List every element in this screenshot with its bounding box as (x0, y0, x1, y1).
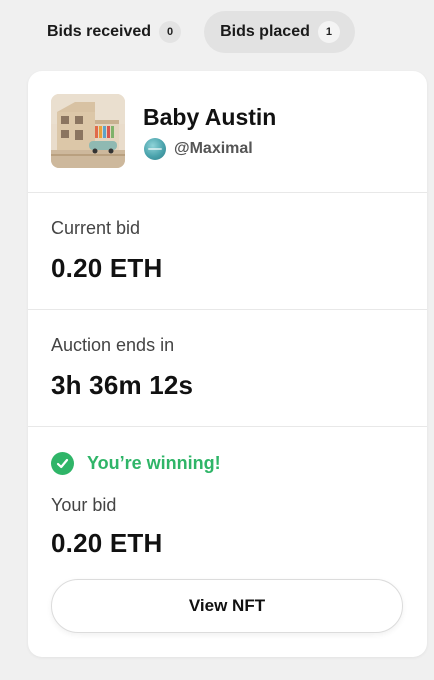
tab-label: Bids placed (220, 23, 310, 40)
house-artwork-icon (51, 94, 125, 168)
tab-count-badge: 0 (159, 21, 182, 43)
creator-link[interactable]: @Maximal (144, 138, 253, 160)
creator-avatar (144, 138, 166, 160)
winning-status: You’re winning! (51, 452, 221, 475)
your-bid-label: Your bid (51, 495, 117, 515)
bids-page: Bids received 0 Bids placed 1 Baby Austi… (0, 0, 434, 680)
winning-text: You’re winning! (87, 453, 221, 473)
tab-label: Bids received (47, 23, 152, 40)
nft-header: Baby Austin @Maximal (28, 71, 427, 193)
bid-card: Baby Austin @Maximal Current bid 0.20 ET… (28, 71, 427, 657)
check-circle-icon (51, 452, 74, 475)
current-bid-section: Current bid 0.20 ETH (28, 193, 427, 310)
your-bid-section: You’re winning! Your bid 0.20 ETH View N… (28, 427, 427, 657)
current-bid-value: 0.20 ETH (51, 253, 163, 283)
auction-countdown: 3h 36m 12s (51, 370, 194, 400)
creator-handle: @Maximal (174, 140, 253, 157)
current-bid-label: Current bid (51, 218, 141, 238)
nft-thumbnail[interactable] (51, 94, 125, 168)
tab-count-badge: 1 (317, 21, 340, 43)
auction-ends-label: Auction ends in (51, 335, 175, 355)
nft-title[interactable]: Baby Austin (143, 104, 276, 131)
bid-tabs: Bids received 0 Bids placed 1 (31, 11, 355, 53)
auction-ends-section: Auction ends in 3h 36m 12s (28, 310, 427, 427)
view-nft-button[interactable]: View NFT (51, 579, 403, 633)
tab-bids-placed[interactable]: Bids placed 1 (204, 11, 355, 53)
tab-bids-received[interactable]: Bids received 0 (31, 11, 196, 53)
your-bid-value: 0.20 ETH (51, 528, 163, 558)
